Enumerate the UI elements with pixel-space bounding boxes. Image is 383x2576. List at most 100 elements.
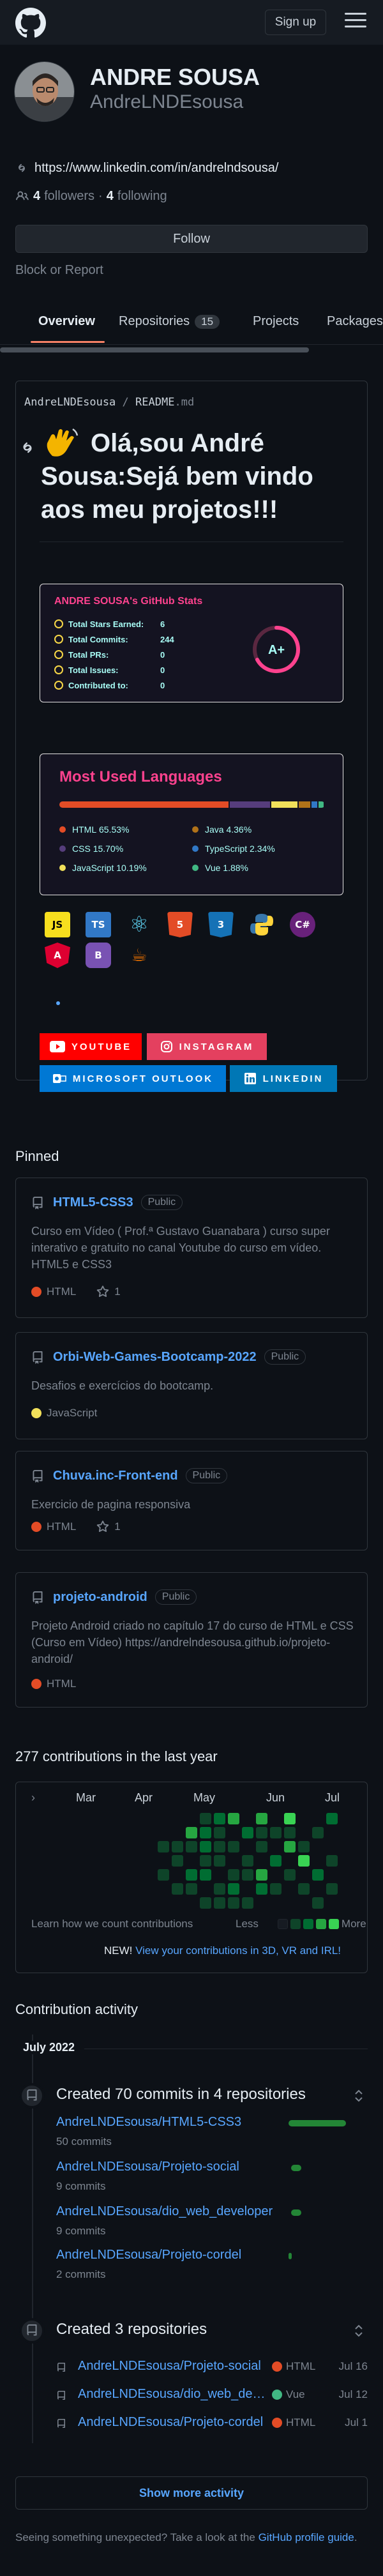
calendar-day-cell[interactable] bbox=[158, 1869, 169, 1881]
calendar-day-cell[interactable] bbox=[200, 1827, 211, 1838]
commit-repo-link[interactable]: AndreLNDEsousa/Projeto-social bbox=[56, 2160, 239, 2174]
calendar-day-cell[interactable] bbox=[200, 1841, 211, 1852]
pinned-repo-stars[interactable]: 1 bbox=[114, 1285, 120, 1298]
calendar-day-cell[interactable] bbox=[200, 1897, 211, 1909]
calendar-day-cell[interactable] bbox=[326, 1813, 338, 1824]
calendar-day-cell[interactable] bbox=[228, 1841, 239, 1852]
calendar-day-cell[interactable] bbox=[312, 1897, 324, 1909]
commit-count[interactable]: 2 commits bbox=[56, 2268, 105, 2281]
calendar-day-cell[interactable] bbox=[172, 1883, 183, 1895]
calendar-scroll-indicator[interactable]: › bbox=[31, 1791, 35, 1805]
show-more-activity-button[interactable]: Show more activity bbox=[15, 2476, 368, 2510]
calendar-day-cell[interactable] bbox=[242, 1855, 253, 1867]
commit-count[interactable]: 50 commits bbox=[56, 2135, 112, 2148]
calendar-day-cell[interactable] bbox=[172, 1855, 183, 1867]
calendar-day-cell[interactable] bbox=[312, 1869, 324, 1881]
tab-overview[interactable]: Overview bbox=[38, 314, 95, 329]
github-logo-icon[interactable] bbox=[15, 8, 46, 38]
calendar-day-cell[interactable] bbox=[186, 1827, 197, 1838]
calendar-day-cell[interactable] bbox=[256, 1869, 267, 1881]
calendar-day-cell[interactable] bbox=[228, 1897, 239, 1909]
tab-packages[interactable]: Packages bbox=[327, 314, 383, 329]
star-icon[interactable] bbox=[96, 1285, 109, 1298]
profile-guide-link[interactable]: GitHub profile guide bbox=[259, 2531, 354, 2543]
calendar-day-cell[interactable] bbox=[256, 1841, 267, 1852]
calendar-day-cell[interactable] bbox=[284, 1869, 296, 1881]
anchor-link-icon[interactable] bbox=[19, 439, 36, 456]
block-or-report-link[interactable]: Block or Report bbox=[15, 263, 103, 278]
calendar-day-cell[interactable] bbox=[256, 1827, 267, 1838]
tab-projects[interactable]: Projects bbox=[253, 314, 299, 329]
calendar-day-cell[interactable] bbox=[186, 1841, 197, 1852]
commit-count[interactable]: 9 commits bbox=[56, 2225, 105, 2238]
calendar-day-cell[interactable] bbox=[298, 1841, 310, 1852]
calendar-day-cell[interactable] bbox=[256, 1813, 267, 1824]
commit-repo-link[interactable]: AndreLNDEsousa/Projeto-cordel bbox=[56, 2248, 241, 2262]
tab-repositories[interactable]: Repositories 15 bbox=[119, 314, 220, 329]
contributions-3d-link[interactable]: View your contributions in 3D, VR and IR… bbox=[135, 1944, 341, 1957]
calendar-day-cell[interactable] bbox=[228, 1883, 239, 1895]
sign-up-button[interactable]: Sign up bbox=[265, 10, 326, 35]
tabs-scrollbar[interactable] bbox=[0, 347, 309, 352]
star-icon[interactable] bbox=[96, 1520, 109, 1533]
calendar-day-cell[interactable] bbox=[186, 1869, 197, 1881]
calendar-day-cell[interactable] bbox=[172, 1841, 183, 1852]
pinned-repo-name[interactable]: projeto-android Public bbox=[53, 1589, 197, 1605]
calendar-day-cell[interactable] bbox=[284, 1827, 296, 1838]
pinned-repo-link[interactable]: projeto-android bbox=[53, 1590, 147, 1604]
calendar-day-cell[interactable] bbox=[270, 1827, 282, 1838]
followers-label[interactable]: followers bbox=[44, 189, 94, 204]
calendar-day-cell[interactable] bbox=[214, 1841, 225, 1852]
hamburger-menu-icon[interactable] bbox=[345, 13, 366, 32]
pinned-repo-link[interactable]: Chuva.inc-Front-end bbox=[53, 1469, 178, 1483]
calendar-day-cell[interactable] bbox=[228, 1869, 239, 1881]
outlook-badge[interactable]: MICROSOFT OUTLOOK bbox=[40, 1065, 226, 1092]
calendar-day-cell[interactable] bbox=[298, 1855, 310, 1867]
calendar-day-cell[interactable] bbox=[200, 1813, 211, 1824]
followers-count[interactable]: 4 bbox=[33, 189, 40, 204]
follow-button[interactable]: Follow bbox=[15, 225, 368, 253]
pinned-repo-link[interactable]: HTML5-CSS3 bbox=[53, 1195, 133, 1209]
calendar-day-cell[interactable] bbox=[326, 1855, 338, 1867]
calendar-day-cell[interactable] bbox=[200, 1869, 211, 1881]
following-label[interactable]: following bbox=[117, 189, 167, 204]
calendar-day-cell[interactable] bbox=[214, 1827, 225, 1838]
profile-website[interactable]: https://www.linkedin.com/in/andrelndsous… bbox=[15, 160, 278, 176]
instagram-badge[interactable]: INSTAGRAM bbox=[147, 1033, 267, 1060]
calendar-day-cell[interactable] bbox=[214, 1813, 225, 1824]
calendar-day-cell[interactable] bbox=[270, 1883, 282, 1895]
calendar-day-cell[interactable] bbox=[186, 1883, 197, 1895]
calendar-day-cell[interactable] bbox=[242, 1827, 253, 1838]
pinned-repo-name[interactable]: Orbi-Web-Games-Bootcamp-2022 Public bbox=[53, 1349, 306, 1365]
pinned-repo-name[interactable]: Chuva.inc-Front-end Public bbox=[53, 1468, 228, 1483]
calendar-day-cell[interactable] bbox=[312, 1827, 324, 1838]
calendar-day-cell[interactable] bbox=[284, 1841, 296, 1852]
commit-repo-link[interactable]: AndreLNDEsousa/dio_web_developer bbox=[56, 2204, 273, 2219]
pinned-repo-name[interactable]: HTML5-CSS3 Public bbox=[53, 1195, 183, 1210]
calendar-day-cell[interactable] bbox=[214, 1897, 225, 1909]
created-repo-link[interactable]: AndreLNDEsousa/Projeto-social bbox=[78, 2359, 269, 2374]
calendar-day-cell[interactable] bbox=[200, 1855, 211, 1867]
calendar-day-cell[interactable] bbox=[326, 1883, 338, 1895]
calendar-day-cell[interactable] bbox=[158, 1841, 169, 1852]
learn-contributions-link[interactable]: Learn how we count contributions bbox=[31, 1918, 193, 1930]
calendar-day-cell[interactable] bbox=[256, 1883, 267, 1895]
calendar-day-cell[interactable] bbox=[284, 1813, 296, 1824]
collapse-icon[interactable] bbox=[354, 2323, 364, 2338]
linkedin-badge[interactable]: LINKEDIN bbox=[230, 1065, 337, 1092]
youtube-badge[interactable]: YOUTUBE bbox=[40, 1033, 142, 1060]
profile-website-text[interactable]: https://www.linkedin.com/in/andrelndsous… bbox=[34, 161, 278, 176]
calendar-day-cell[interactable] bbox=[298, 1883, 310, 1895]
following-count[interactable]: 4 bbox=[107, 189, 114, 204]
commit-count[interactable]: 9 commits bbox=[56, 2180, 105, 2193]
created-repo-link[interactable]: AndreLNDEsousa/dio_web_developer bbox=[78, 2387, 269, 2402]
created-repo-link[interactable]: AndreLNDEsousa/Projeto-cordel bbox=[78, 2415, 269, 2430]
calendar-day-cell[interactable] bbox=[242, 1869, 253, 1881]
calendar-day-cell[interactable] bbox=[242, 1897, 253, 1909]
commit-repo-link[interactable]: AndreLNDEsousa/HTML5-CSS3 bbox=[56, 2115, 241, 2130]
readme-owner[interactable]: AndreLNDEsousa bbox=[24, 396, 116, 409]
collapse-icon[interactable] bbox=[354, 2088, 364, 2103]
pinned-repo-stars[interactable]: 1 bbox=[114, 1520, 120, 1533]
pinned-repo-link[interactable]: Orbi-Web-Games-Bootcamp-2022 bbox=[53, 1350, 257, 1364]
calendar-day-cell[interactable] bbox=[214, 1855, 225, 1867]
